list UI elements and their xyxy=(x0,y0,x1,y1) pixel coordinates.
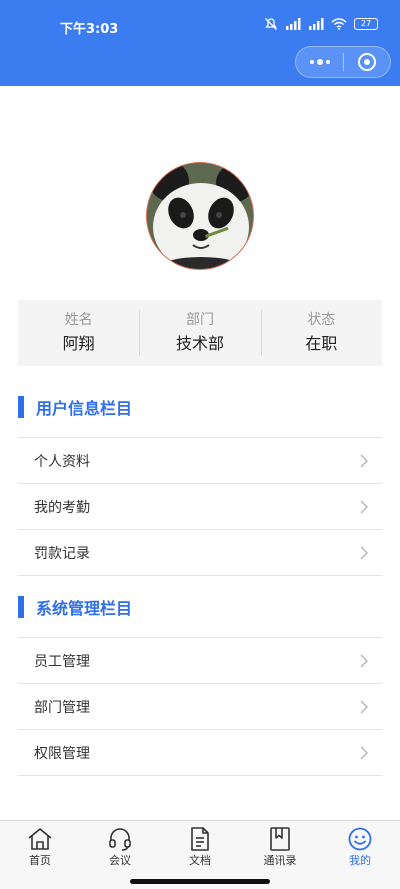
tab-home[interactable]: 首页 xyxy=(0,821,80,889)
chevron-right-icon xyxy=(360,700,368,713)
menu-item-label: 部门管理 xyxy=(34,699,90,716)
info-value: 技术部 xyxy=(175,334,224,353)
more-dot-icon xyxy=(316,59,323,65)
info-value: 阿翔 xyxy=(62,334,95,353)
menu-item-employees[interactable]: 员工管理 xyxy=(18,638,382,684)
info-value: 在职 xyxy=(305,334,338,353)
chevron-right-icon xyxy=(360,546,368,559)
menu-item-label: 罚款记录 xyxy=(34,545,90,562)
menu-item-label: 个人资料 xyxy=(34,453,90,470)
menu-item-permissions[interactable]: 权限管理 xyxy=(18,730,382,776)
tab-label: 首页 xyxy=(29,854,51,867)
section-accent-bar xyxy=(18,396,24,418)
menu-item-attendance[interactable]: 我的考勤 xyxy=(18,484,382,530)
chevron-right-icon xyxy=(360,654,368,667)
tab-label: 通讯录 xyxy=(263,854,297,867)
contacts-icon xyxy=(270,827,290,851)
battery-icon: 27 xyxy=(354,18,378,30)
smile-icon xyxy=(348,827,372,851)
tab-label: 会议 xyxy=(109,854,131,867)
panda-avatar-image xyxy=(147,163,253,269)
menu-item-fines[interactable]: 罚款记录 xyxy=(18,530,382,576)
target-icon xyxy=(358,53,376,71)
menu-item-label: 权限管理 xyxy=(34,745,90,762)
section-title-text: 用户信息栏目 xyxy=(36,399,133,418)
menu-item-departments[interactable]: 部门管理 xyxy=(18,684,382,730)
section-accent-bar xyxy=(18,596,24,618)
avatar[interactable] xyxy=(146,162,254,270)
system-admin-menu: 员工管理 部门管理 权限管理 xyxy=(18,637,382,776)
more-dot-icon xyxy=(309,60,314,64)
info-label: 姓名 xyxy=(64,312,93,328)
chevron-right-icon xyxy=(360,746,368,759)
menu-item-label: 我的考勤 xyxy=(34,499,90,516)
section-title-user-info: 用户信息栏目 xyxy=(18,395,382,419)
menu-item-label: 员工管理 xyxy=(34,653,90,670)
chevron-right-icon xyxy=(360,454,368,467)
user-info-menu: 个人资料 我的考勤 罚款记录 xyxy=(18,437,382,576)
headset-icon xyxy=(109,828,131,851)
info-status: 状态 在职 xyxy=(260,300,382,366)
more-button[interactable] xyxy=(296,47,343,77)
close-button[interactable] xyxy=(344,47,390,77)
document-icon xyxy=(191,827,209,851)
tab-label: 我的 xyxy=(349,854,371,867)
tab-mine[interactable]: 我的 xyxy=(320,821,400,889)
info-label: 状态 xyxy=(307,312,336,328)
section-title-system-admin: 系统管理栏目 xyxy=(18,595,382,619)
info-label: 部门 xyxy=(185,312,214,328)
signal-icon-2 xyxy=(309,18,324,30)
profile-info-card: 姓名 阿翔 部门 技术部 状态 在职 xyxy=(18,300,382,366)
section-title-text: 系统管理栏目 xyxy=(36,599,133,618)
header-bar: 下午3:03 27 xyxy=(0,0,400,86)
status-time: 下午3:03 xyxy=(60,22,119,37)
tab-label: 文档 xyxy=(189,854,211,867)
more-dot-icon xyxy=(325,60,330,64)
home-icon xyxy=(28,828,52,850)
mute-icon xyxy=(265,18,277,30)
wifi-icon xyxy=(331,18,347,30)
battery-level: 27 xyxy=(360,19,372,28)
chevron-right-icon xyxy=(360,500,368,513)
mini-program-capsule xyxy=(295,46,391,78)
info-department: 部门 技术部 xyxy=(139,300,260,366)
status-icons: 27 xyxy=(264,17,378,31)
info-name: 姓名 阿翔 xyxy=(18,300,139,366)
menu-item-profile[interactable]: 个人资料 xyxy=(18,438,382,484)
signal-icon xyxy=(286,18,301,30)
home-indicator[interactable] xyxy=(130,879,270,884)
